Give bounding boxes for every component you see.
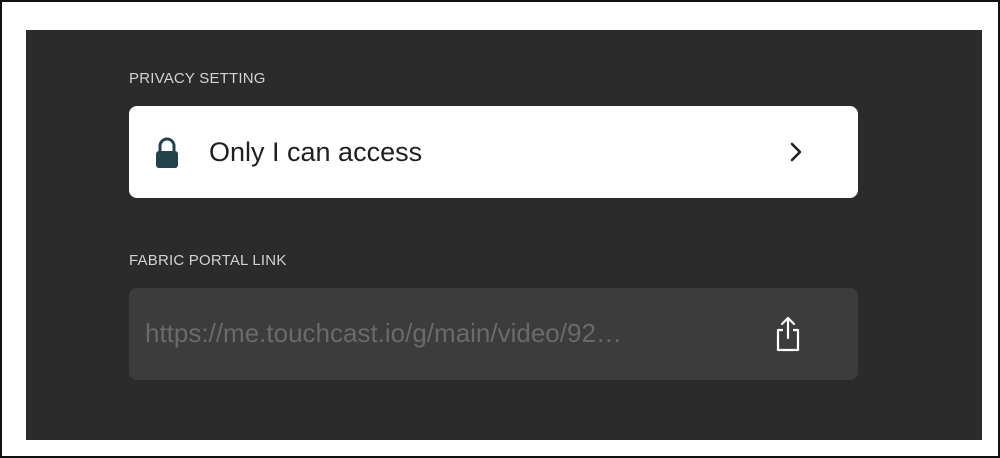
share-icon[interactable] xyxy=(773,314,803,354)
screenshot-frame: PRIVACY SETTING Only I can access FABRIC… xyxy=(0,0,1000,458)
privacy-setting-label: PRIVACY SETTING xyxy=(129,70,266,87)
fabric-portal-link-row: https://me.touchcast.io/g/main/video/92… xyxy=(129,288,858,380)
settings-panel: PRIVACY SETTING Only I can access FABRIC… xyxy=(26,30,982,440)
fabric-portal-link-label: FABRIC PORTAL LINK xyxy=(129,252,287,269)
lock-icon xyxy=(156,137,178,168)
fabric-portal-link-text[interactable]: https://me.touchcast.io/g/main/video/92… xyxy=(145,317,745,349)
privacy-setting-value: Only I can access xyxy=(209,137,423,167)
chevron-right-icon xyxy=(790,142,802,162)
privacy-setting-row[interactable]: Only I can access xyxy=(129,106,858,198)
